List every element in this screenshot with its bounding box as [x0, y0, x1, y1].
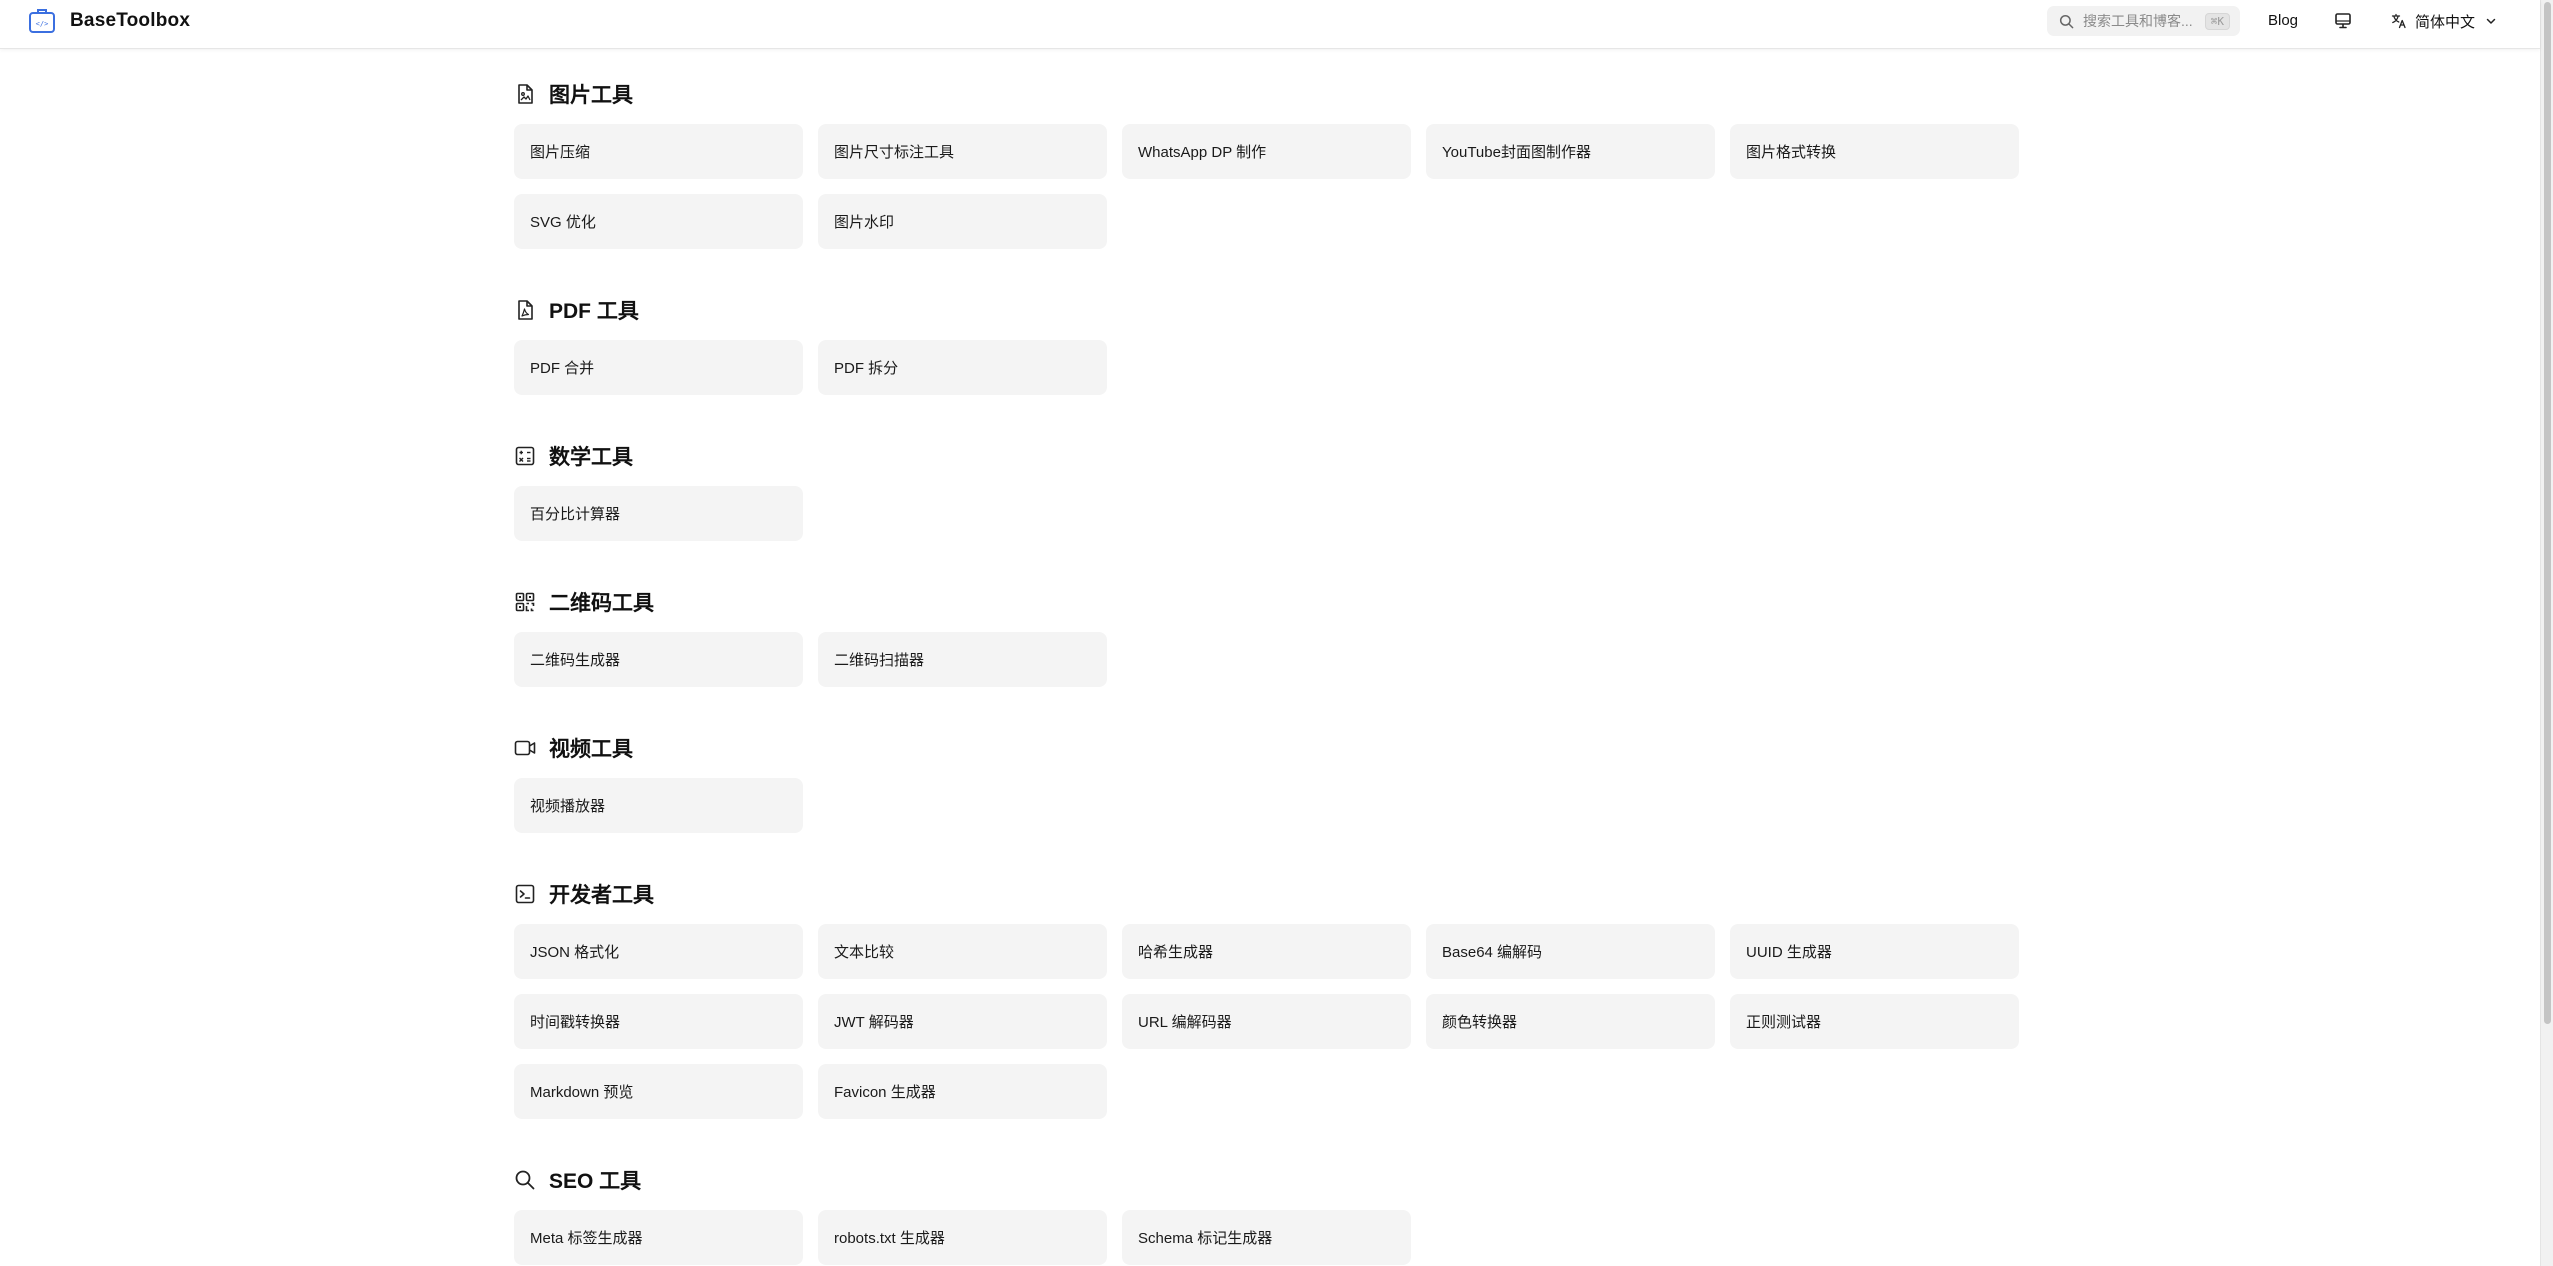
tool-grid: 百分比计算器 — [514, 486, 2019, 541]
search-box[interactable]: 搜索工具和博客... ⌘K — [2047, 6, 2240, 36]
tool-card-regex-tester[interactable]: 正则测试器 — [1730, 994, 2019, 1049]
tool-grid: 二维码生成器 二维码扫描器 — [514, 632, 2019, 687]
section-pdf-tools: PDF 工具 PDF 合并 PDF 拆分 — [514, 294, 2019, 395]
section-header: 二维码工具 — [514, 586, 2019, 618]
tool-card-video-player[interactable]: 视频播放器 — [514, 778, 803, 833]
vertical-scrollbar[interactable] — [2540, 0, 2553, 1266]
tool-card-schema-generator[interactable]: Schema 标记生成器 — [1122, 1210, 1411, 1265]
tool-card-color-converter[interactable]: 颜色转换器 — [1426, 994, 1715, 1049]
section-header: 视频工具 — [514, 732, 2019, 764]
tool-card-svg-optimize[interactable]: SVG 优化 — [514, 194, 803, 249]
toolbox-logo-icon: </> — [29, 9, 55, 33]
tool-card-qr-scanner[interactable]: 二维码扫描器 — [818, 632, 1107, 687]
section-video-tools: 视频工具 视频播放器 — [514, 732, 2019, 833]
section-seo-tools: SEO 工具 Meta 标签生成器 robots.txt 生成器 Schema … — [514, 1164, 2019, 1265]
section-image-tools: 图片工具 图片压缩 图片尺寸标注工具 WhatsApp DP 制作 YouTub… — [514, 78, 2019, 249]
theme-toggle-button[interactable] — [2332, 10, 2354, 32]
tool-card-pdf-split[interactable]: PDF 拆分 — [818, 340, 1107, 395]
section-header: 开发者工具 — [514, 878, 2019, 910]
section-title: 图片工具 — [549, 84, 633, 107]
tool-card-jwt-decoder[interactable]: JWT 解码器 — [818, 994, 1107, 1049]
svg-text:</>: </> — [36, 20, 49, 28]
section-developer-tools: 开发者工具 JSON 格式化 文本比较 哈希生成器 Base64 编解码 UUI… — [514, 878, 2019, 1119]
section-title: 视频工具 — [549, 738, 633, 761]
tool-card-text-diff[interactable]: 文本比较 — [818, 924, 1107, 979]
section-header: 数学工具 — [514, 440, 2019, 472]
tool-card-json-formatter[interactable]: JSON 格式化 — [514, 924, 803, 979]
section-title: 二维码工具 — [549, 592, 654, 615]
tool-card-qr-generator[interactable]: 二维码生成器 — [514, 632, 803, 687]
tool-card-timestamp-converter[interactable]: 时间戳转换器 — [514, 994, 803, 1049]
tool-card-image-watermark[interactable]: 图片水印 — [818, 194, 1107, 249]
tool-card-pdf-merge[interactable]: PDF 合并 — [514, 340, 803, 395]
section-math-tools: 数学工具 百分比计算器 — [514, 440, 2019, 541]
tool-card-url-encoder[interactable]: URL 编解码器 — [1122, 994, 1411, 1049]
image-file-icon — [518, 84, 533, 104]
search-shortcut-hint: ⌘K — [2204, 12, 2230, 30]
pdf-file-icon — [518, 300, 533, 320]
chevron-down-icon — [2486, 18, 2496, 24]
scrollbar-thumb[interactable] — [2544, 2, 2551, 1024]
tool-card-image-dimension[interactable]: 图片尺寸标注工具 — [818, 124, 1107, 179]
tool-card-whatsapp-dp[interactable]: WhatsApp DP 制作 — [1122, 124, 1411, 179]
video-camera-icon — [514, 740, 536, 756]
tool-card-image-compress[interactable]: 图片压缩 — [514, 124, 803, 179]
blog-link[interactable]: Blog — [2268, 12, 2298, 29]
tool-grid: JSON 格式化 文本比较 哈希生成器 Base64 编解码 UUID 生成器 … — [514, 924, 2019, 1119]
top-navbar: </> BaseToolbox 搜索工具和博客... ⌘K Blog 简体中文 — [0, 0, 2540, 49]
tool-card-meta-tag-generator[interactable]: Meta 标签生成器 — [514, 1210, 803, 1265]
search-placeholder: 搜索工具和博客... — [2083, 13, 2193, 29]
calculator-icon — [515, 446, 535, 466]
section-header: PDF 工具 — [514, 294, 2019, 326]
search-icon — [2059, 14, 2074, 28]
brand-name: BaseToolbox — [70, 10, 191, 31]
tool-grid: PDF 合并 PDF 拆分 — [514, 340, 2019, 395]
section-title: 数学工具 — [549, 446, 633, 469]
tool-card-markdown-preview[interactable]: Markdown 预览 — [514, 1064, 803, 1119]
section-title: PDF 工具 — [549, 300, 639, 323]
terminal-icon — [515, 884, 535, 904]
qr-code-icon — [515, 592, 535, 612]
monitor-icon — [2335, 13, 2351, 29]
brand-logo-link[interactable]: </> BaseToolbox — [28, 8, 190, 34]
section-title: 开发者工具 — [549, 884, 654, 907]
translate-icon — [2391, 13, 2406, 29]
search-icon — [515, 1170, 535, 1190]
tool-card-favicon-generator[interactable]: Favicon 生成器 — [818, 1064, 1107, 1119]
tool-card-base64[interactable]: Base64 编解码 — [1426, 924, 1715, 979]
tool-card-image-convert[interactable]: 图片格式转换 — [1730, 124, 2019, 179]
language-selector[interactable]: 简体中文 — [2391, 10, 2497, 32]
section-title: SEO 工具 — [549, 1170, 642, 1193]
tool-grid: 视频播放器 — [514, 778, 2019, 833]
tool-card-percentage-calculator[interactable]: 百分比计算器 — [514, 486, 803, 541]
section-header: SEO 工具 — [514, 1164, 2019, 1196]
tool-grid: Meta 标签生成器 robots.txt 生成器 Schema 标记生成器 — [514, 1210, 2019, 1265]
tool-card-uuid-generator[interactable]: UUID 生成器 — [1730, 924, 2019, 979]
tool-card-youtube-thumbnail[interactable]: YouTube封面图制作器 — [1426, 124, 1715, 179]
tool-grid: 图片压缩 图片尺寸标注工具 WhatsApp DP 制作 YouTube封面图制… — [514, 124, 2019, 249]
section-header: 图片工具 — [514, 78, 2019, 110]
tool-card-hash-generator[interactable]: 哈希生成器 — [1122, 924, 1411, 979]
tool-card-robots-txt-generator[interactable]: robots.txt 生成器 — [818, 1210, 1107, 1265]
language-label: 简体中文 — [2415, 13, 2476, 31]
section-qr-tools: 二维码工具 二维码生成器 二维码扫描器 — [514, 586, 2019, 687]
